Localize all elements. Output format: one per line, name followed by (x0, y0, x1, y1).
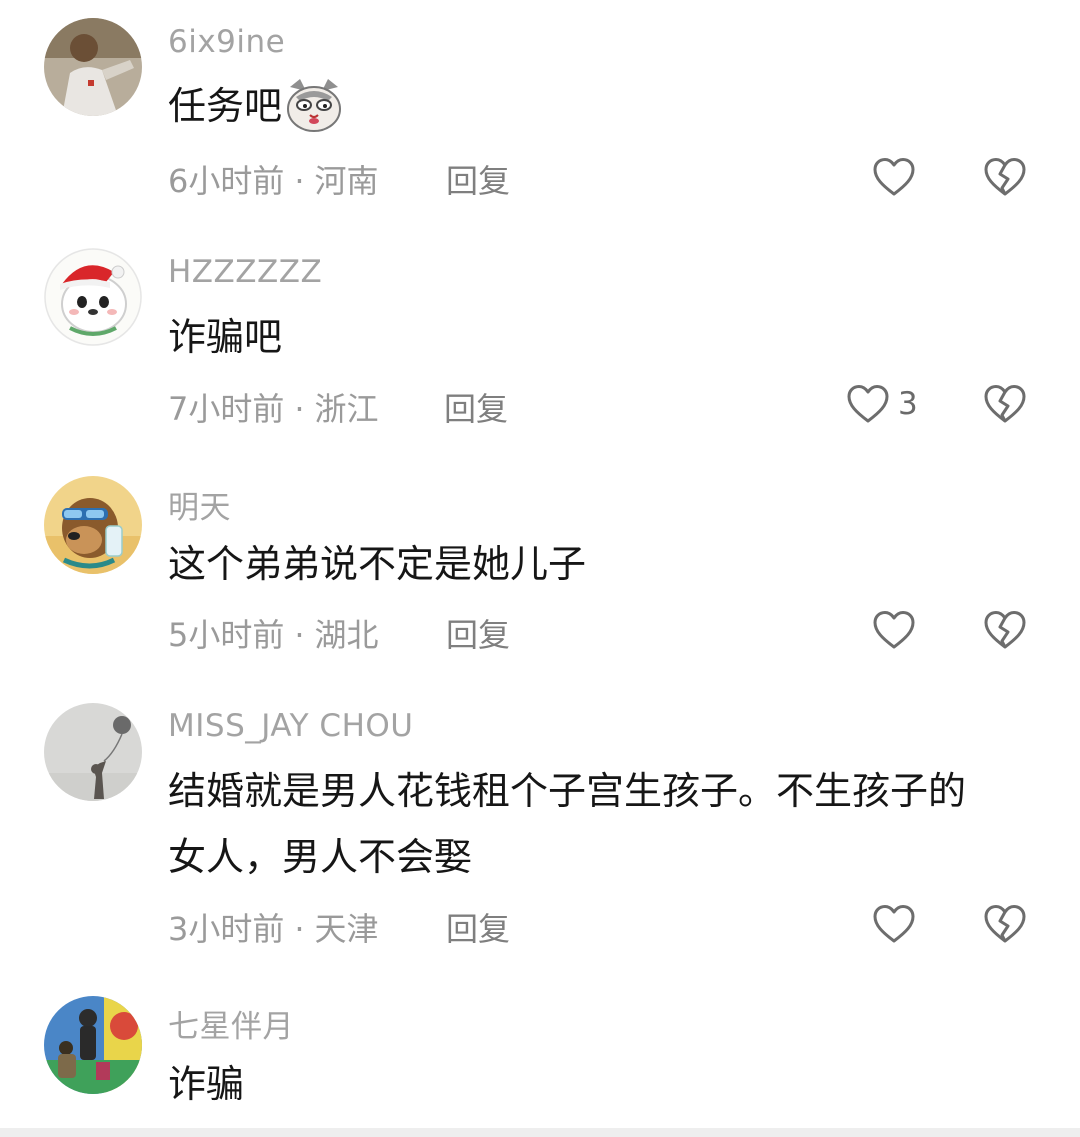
christmas-dog-avatar (44, 248, 142, 346)
comment-meta: 6小时前 · 河南 (168, 156, 379, 202)
heart-outline-icon (873, 905, 915, 943)
comment-text: 诈骗 (168, 1062, 245, 1106)
comment-location: 天津 (314, 910, 379, 948)
dislike-button[interactable] (983, 383, 1027, 425)
comment-location: 浙江 (314, 390, 379, 428)
dislike-button[interactable] (983, 609, 1027, 651)
comment-text-line: 女人，男人不会娶 (168, 835, 473, 879)
broken-heart-icon (984, 385, 1026, 423)
like-button[interactable] (872, 901, 916, 947)
comment-time: 7小时前 (168, 390, 285, 428)
like-count: 3 (898, 386, 918, 422)
comment-text: 任务吧 (168, 74, 1048, 138)
meta-separator: · (294, 390, 305, 428)
avatar[interactable] (44, 996, 142, 1094)
reply-button[interactable]: 回复 (446, 610, 510, 656)
cartoon-dog-avatar (44, 476, 142, 574)
username[interactable]: MISS_JAY CHOU (168, 708, 413, 744)
comment-text: 诈骗吧 (168, 315, 283, 359)
meta-separator: · (294, 616, 305, 654)
avatar[interactable] (44, 18, 142, 116)
avatar[interactable] (44, 248, 142, 346)
reply-button[interactable]: 回复 (444, 384, 508, 430)
avatar[interactable] (44, 703, 142, 801)
username[interactable]: HZZZZZZ (168, 254, 322, 290)
reply-button[interactable]: 回复 (446, 156, 510, 202)
cat-emoji-icon (287, 79, 342, 132)
comment-meta: 3小时前 · 天津 (168, 904, 379, 950)
comment-time: 5小时前 (168, 616, 285, 654)
comment-time: 3小时前 (168, 910, 285, 948)
balloon-photo-avatar (44, 703, 142, 801)
comment-meta: 7小时前 · 浙江 (168, 384, 379, 430)
like-button[interactable] (872, 154, 916, 200)
broken-heart-icon (984, 158, 1026, 196)
like-button[interactable]: 3 (846, 381, 918, 427)
username[interactable]: 七星伴月 (168, 1001, 294, 1046)
heart-outline-icon (873, 611, 915, 649)
broken-heart-icon (984, 905, 1026, 943)
comment-text-content: 任务吧 (168, 84, 283, 128)
heart-outline-icon (847, 385, 889, 423)
username[interactable]: 明天 (168, 482, 231, 527)
heart-outline-icon (873, 158, 915, 196)
comment-location: 河南 (314, 162, 379, 200)
comment-location: 湖北 (314, 616, 379, 654)
bottom-divider (0, 1128, 1080, 1137)
username[interactable]: 6ix9ine (168, 24, 285, 60)
person-photo-avatar (44, 18, 142, 116)
meta-separator: · (294, 162, 305, 200)
comment-time: 6小时前 (168, 162, 285, 200)
comment-meta: 5小时前 · 湖北 (168, 610, 379, 656)
reply-button[interactable]: 回复 (446, 904, 510, 950)
meta-separator: · (294, 910, 305, 948)
dislike-button[interactable] (983, 903, 1027, 945)
broken-heart-icon (984, 611, 1026, 649)
comment-text: 这个弟弟说不定是她儿子 (168, 542, 587, 586)
like-button[interactable] (872, 607, 916, 653)
dislike-button[interactable] (983, 156, 1027, 198)
playground-photo-avatar (44, 996, 142, 1094)
comment-text-line: 结婚就是男人花钱租个子宫生孩子。不生孩子的 (168, 769, 967, 813)
avatar[interactable] (44, 476, 142, 574)
